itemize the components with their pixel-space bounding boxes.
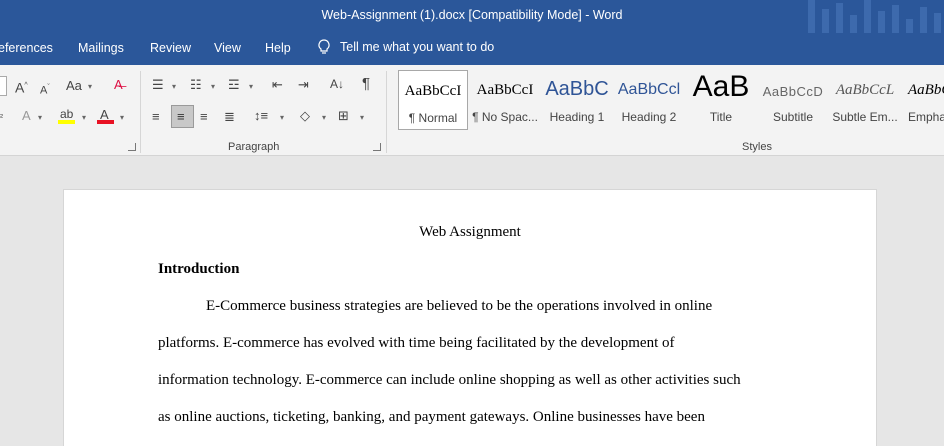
paragraph-group-label: Paragraph xyxy=(228,141,280,153)
increase-indent-icon[interactable]: ⇥ xyxy=(298,78,309,92)
group-separator xyxy=(140,71,141,153)
title-bar-decoration xyxy=(804,0,944,33)
document-title: Web Assignment xyxy=(419,224,521,240)
lightbulb-icon xyxy=(318,39,330,54)
tell-me-box[interactable]: Tell me what you want to do xyxy=(318,39,494,55)
paragraph-dialog-launcher[interactable] xyxy=(373,143,381,151)
ribbon-tabs: eferences Mailings Review View Help Tell… xyxy=(0,33,944,65)
group-separator xyxy=(386,71,387,153)
title-bar: Web-Assignment (1).docx [Compatibility M… xyxy=(0,0,944,33)
styles-group-label: Styles xyxy=(742,141,772,153)
document-page[interactable]: Web Assignment Introduction E-Commerce b… xyxy=(63,189,877,446)
line-spacing-dropdown[interactable]: ▾ xyxy=(280,113,284,122)
style-no-spacing[interactable]: AaBbCcI ¶ No Spac... xyxy=(470,70,540,130)
sort-icon[interactable]: A↓ xyxy=(330,77,344,91)
style-normal[interactable]: AaBbCcI ¶ Normal xyxy=(398,70,468,130)
text-effects-icon[interactable]: A xyxy=(22,109,31,123)
style-subtitle[interactable]: AaBbCcD Subtitle xyxy=(758,70,828,130)
window-title: Web-Assignment (1).docx [Compatibility M… xyxy=(321,8,623,22)
tab-help[interactable]: Help xyxy=(265,41,291,55)
change-case-dropdown[interactable]: ▾ xyxy=(88,82,92,91)
grow-font-icon[interactable]: A^ xyxy=(15,79,28,95)
align-left-icon[interactable]: ≡ xyxy=(152,110,160,124)
tab-references[interactable]: eferences xyxy=(0,41,53,55)
bullets-icon[interactable]: ☰ xyxy=(152,78,164,92)
text-effects-dropdown[interactable]: ▾ xyxy=(38,113,42,122)
shading-dropdown[interactable]: ▾ xyxy=(322,113,326,122)
style-title[interactable]: AaB Title xyxy=(686,70,756,130)
font-color-dropdown[interactable]: ▾ xyxy=(120,113,124,122)
tab-mailings[interactable]: Mailings xyxy=(78,41,124,55)
styles-gallery: AaBbCcI ¶ Normal AaBbCcI ¶ No Spac... Aa… xyxy=(396,70,944,130)
clear-formatting-icon[interactable]: A̶ xyxy=(114,78,123,92)
shading-icon[interactable]: ◇ xyxy=(300,109,310,123)
highlight-icon[interactable]: ab xyxy=(58,107,76,124)
borders-dropdown[interactable]: ▾ xyxy=(360,113,364,122)
decrease-indent-icon[interactable]: ⇤ xyxy=(272,78,283,92)
style-heading-2[interactable]: AaBbCcl Heading 2 xyxy=(614,70,684,130)
highlight-dropdown[interactable]: ▾ xyxy=(82,113,86,122)
align-right-icon[interactable]: ≡ xyxy=(200,110,208,124)
ribbon: A^ Aˇ Aa ▾ A̶ ² A ▾ ab ▾ A ▾ ☰ ▾ ☷ ▾ ☲ ▾… xyxy=(0,65,944,156)
section-heading: Introduction xyxy=(158,261,240,277)
body-line: platforms. E-commerce has evolved with t… xyxy=(158,335,675,351)
body-line: E-Commerce business strategies are belie… xyxy=(206,298,713,314)
show-formatting-icon[interactable]: ¶ xyxy=(362,76,370,91)
bullets-dropdown[interactable]: ▾ xyxy=(172,82,176,91)
style-heading-1[interactable]: AaBbC Heading 1 xyxy=(542,70,612,130)
justify-icon[interactable]: ≣ xyxy=(224,110,235,124)
center-icon[interactable]: ≡ xyxy=(171,105,194,128)
shrink-font-icon[interactable]: Aˇ xyxy=(40,81,50,98)
borders-icon[interactable]: ⊞ xyxy=(338,109,349,123)
style-subtle-emphasis[interactable]: AaBbCcL Subtle Em... xyxy=(830,70,900,130)
multilevel-dropdown[interactable]: ▾ xyxy=(249,82,253,91)
font-size-box-edge[interactable] xyxy=(0,76,7,96)
font-dialog-launcher[interactable] xyxy=(128,143,136,151)
superscript-fragment[interactable]: ² xyxy=(0,110,3,124)
numbering-dropdown[interactable]: ▾ xyxy=(211,82,215,91)
change-case-icon[interactable]: Aa xyxy=(66,79,82,93)
font-color-icon[interactable]: A xyxy=(97,107,115,124)
multilevel-list-icon[interactable]: ☲ xyxy=(228,78,240,92)
tell-me-text: Tell me what you want to do xyxy=(340,40,495,54)
tab-view[interactable]: View xyxy=(214,41,241,55)
body-line: information technology. E-commerce can i… xyxy=(158,372,741,388)
line-spacing-icon[interactable]: ↕≡ xyxy=(254,109,268,123)
numbering-icon[interactable]: ☷ xyxy=(190,78,202,92)
tab-review[interactable]: Review xyxy=(150,41,191,55)
style-emphasis[interactable]: AaBbC Empha xyxy=(902,70,944,130)
body-line: as online auctions, ticketing, banking, … xyxy=(158,409,705,425)
